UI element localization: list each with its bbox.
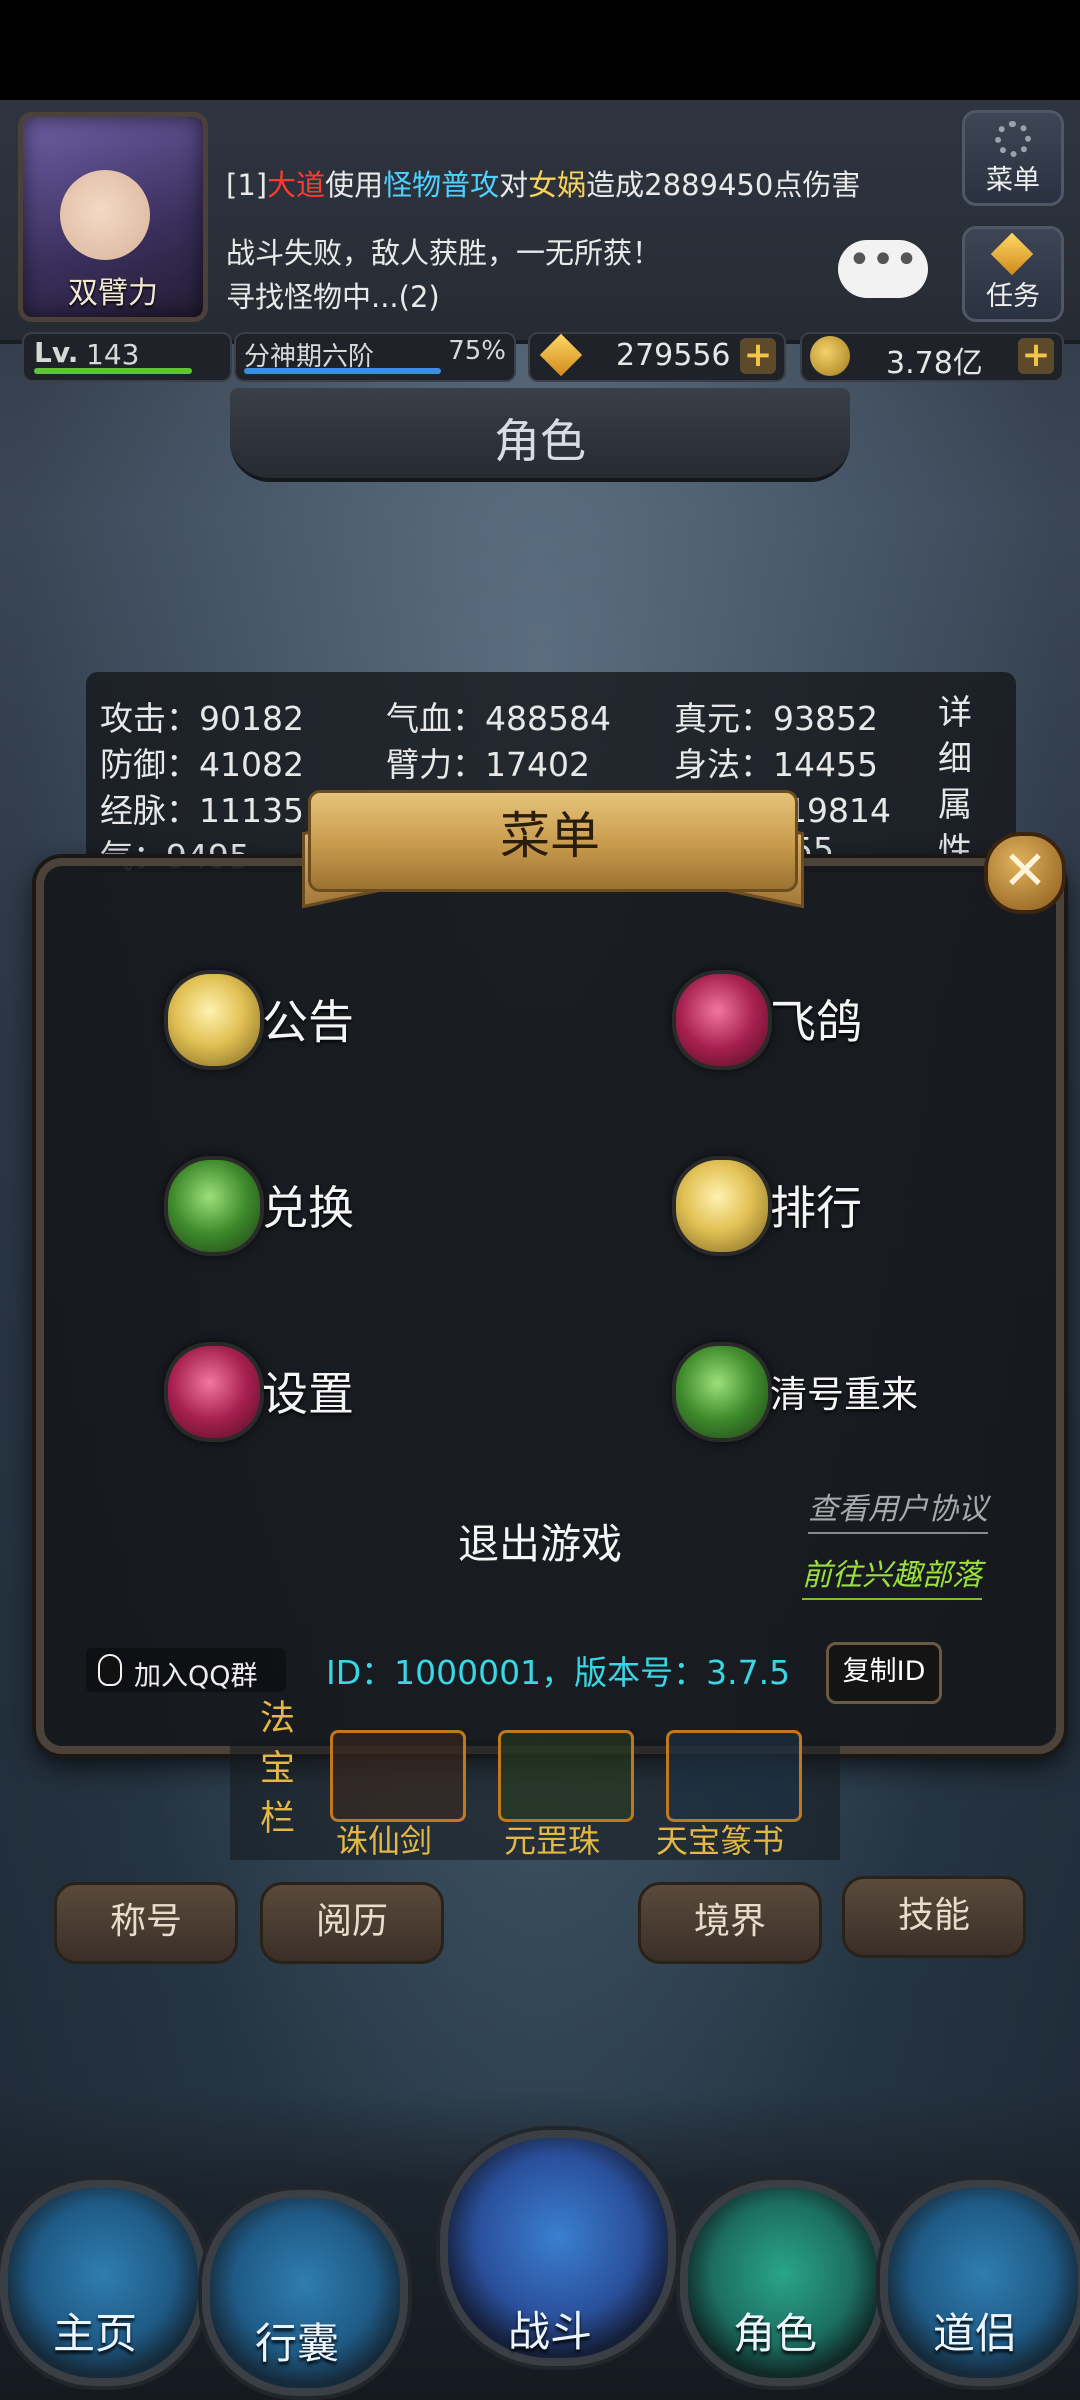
log-target: 女娲 [528,168,587,202]
menu-item-announcement[interactable]: 公告 [160,966,420,1070]
menu-item-pigeon[interactable]: 飞鸽 [668,966,928,1070]
add-gems-button[interactable]: + [740,338,776,374]
realm-progress-fill [244,368,441,374]
nav-label: 战斗 [507,2307,592,2356]
attr-attack: 攻击：90182 [100,699,304,738]
attr-true-essence: 真元：93852 [674,699,878,738]
player-name: 双臂力 [68,276,158,311]
gem-amount: 279556 [616,338,731,373]
gold-orb-icon [164,970,264,1070]
pink-orb-icon [672,970,772,1070]
gem-currency: 279556 + [528,332,786,382]
attr-meridian: 经脉：11135 [100,791,304,830]
gold-currency: 3.78亿 + [800,332,1064,382]
treasure-slot-book[interactable] [666,1730,802,1822]
level-prefix: Lv. [34,336,79,369]
log-prefix: [1] [226,168,268,202]
task-button[interactable]: 任务 [962,226,1064,322]
green-orb-icon [164,1156,264,1256]
nav-label: 道侣 [932,2309,1017,2358]
menu-item-reset-account[interactable]: 清号重来 [668,1338,968,1442]
copy-id-button[interactable]: 复制ID [826,1642,942,1704]
skills-button[interactable]: 技能 [842,1876,1026,1958]
menu-button[interactable]: 菜单 [962,110,1064,206]
green-orb-icon [672,1342,772,1442]
level-bar: Lv. 143 [22,332,232,382]
exit-game-button[interactable]: 退出游戏 [400,1510,680,1570]
menu-button-label: 菜单 [986,165,1040,196]
treasure-column-char: 法 [260,1699,296,1739]
treasure-slot-orb[interactable] [498,1730,634,1822]
task-diamond-icon [990,232,1034,276]
task-button-label: 任务 [986,281,1040,312]
page-title: 角色 [494,414,586,468]
combat-log-line: [1]大道使用怪物普攻对女娲造成2889450点伤害 [226,162,860,204]
pink-orb-icon [164,1342,264,1442]
menu-item-settings[interactable]: 设置 [160,1338,420,1442]
interest-tribe-link[interactable]: 前往兴趣部落 [802,1550,982,1600]
add-gold-button[interactable]: + [1018,338,1054,374]
search-status-text: 寻找怪物中...(2) [226,280,440,314]
level-value: 143 [86,338,140,371]
realm-bar: 分神期六阶 75% [234,332,516,382]
attr-agility: 身法：14455 [674,745,878,784]
user-agreement-link[interactable]: 查看用户协议 [808,1484,988,1534]
level-progress-fill [34,368,193,374]
menu-item-label: 兑换 [262,1181,354,1235]
attr-hp: 气血：488584 [386,699,611,738]
menu-item-label: 清号重来 [770,1373,918,1416]
realm-percent: 75% [448,336,506,366]
realm-button[interactable]: 境界 [638,1882,822,1964]
gear-icon [995,121,1031,157]
menu-item-ranking[interactable]: 排行 [668,1152,928,1256]
nav-label: 角色 [732,2309,817,2358]
menu-item-label: 设置 [262,1367,354,1421]
dialog-title: 菜单 [500,807,600,865]
treasure-item-label: 元罡珠 [504,1822,601,1860]
treasure-item-label: 天宝篆书 [656,1822,785,1860]
log-skill: 怪物普攻 [383,168,500,202]
treasure-column-char: 栏 [260,1799,296,1839]
join-qq-group-button[interactable]: 加入QQ群 [86,1648,286,1692]
close-icon[interactable]: ✕ [984,832,1066,914]
menu-item-exchange[interactable]: 兑换 [160,1152,420,1256]
title-button[interactable]: 称号 [54,1882,238,1964]
gem-icon [539,333,583,377]
treasure-item-label: 诛仙剑 [336,1822,433,1860]
qq-penguin-icon [98,1654,122,1686]
log-text: 造成2889450点伤害 [586,168,861,202]
attr-strength: 臂力：17402 [386,745,590,784]
menu-item-label: 排行 [770,1181,862,1235]
log-text: 对 [499,168,529,202]
treasure-column-char: 宝 [260,1749,296,1789]
log-text: 使用 [325,168,384,202]
battle-result-text: 战斗失败，敌人获胜，一无所获！ [226,236,662,270]
avatar-portrait [60,170,150,260]
menu-item-label: 公告 [262,995,354,1049]
qq-group-label: 加入QQ群 [134,1661,258,1692]
id-version-text: ID：1000001，版本号：3.7.5 [326,1653,791,1692]
treasure-slot-sword[interactable] [330,1730,466,1822]
chat-bubble-icon[interactable]: ••• [838,240,928,298]
experience-button[interactable]: 阅历 [260,1882,444,1964]
nav-label: 主页 [52,2309,137,2358]
menu-item-label: 飞鸽 [770,995,862,1049]
gold-orb-icon [672,1156,772,1256]
detail-attributes-link[interactable]: 详细属性 [938,690,978,874]
log-actor: 大道 [267,168,326,202]
gold-coin-icon [810,336,850,376]
attr-defense: 防御：41082 [100,745,304,784]
nav-label: 行囊 [254,2319,339,2368]
gold-amount: 3.78亿 [886,346,983,381]
